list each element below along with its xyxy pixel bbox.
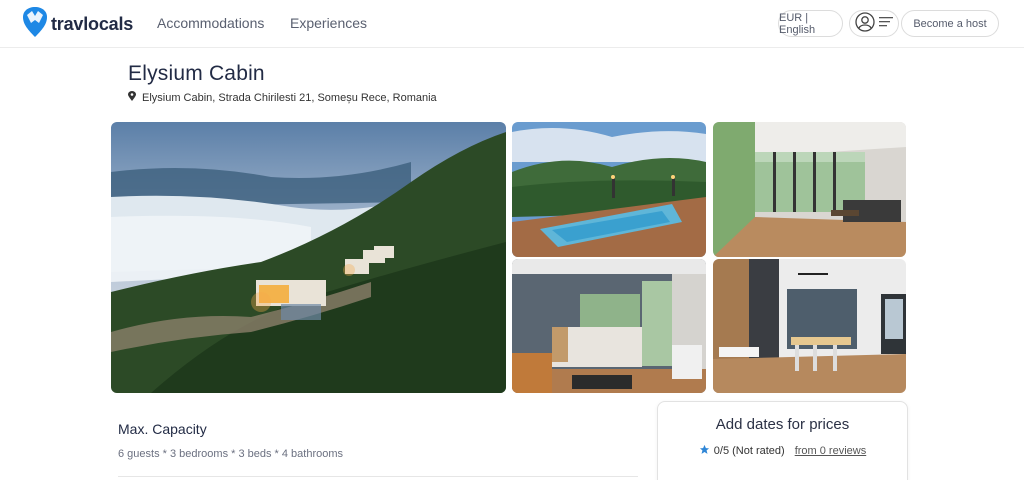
address-text: Elysium Cabin, Strada Chirilesti 21, Som… xyxy=(142,91,437,104)
photo-living-room[interactable] xyxy=(713,122,906,257)
photo-dining-area[interactable] xyxy=(713,259,906,393)
listing-address: Elysium Cabin, Strada Chirilesti 21, Som… xyxy=(128,91,437,104)
top-header: travlocals Accommodations Experiences EU… xyxy=(0,0,1024,48)
user-menu-button[interactable] xyxy=(849,10,899,37)
listing-title: Elysium Cabin xyxy=(128,62,265,85)
user-avatar-icon xyxy=(855,12,875,35)
nav-experiences-link[interactable]: Experiences xyxy=(290,15,367,31)
capacity-title: Max. Capacity xyxy=(118,421,207,437)
logo[interactable]: travlocals xyxy=(22,6,133,43)
rating-row: 0/5 (Not rated) from 0 reviews xyxy=(658,444,907,458)
reviews-link[interactable]: from 0 reviews xyxy=(795,445,867,457)
star-icon xyxy=(699,444,710,458)
logo-text: travlocals xyxy=(51,14,134,34)
photo-pool-deck[interactable] xyxy=(512,122,706,257)
currency-language-button[interactable]: EUR | English xyxy=(778,10,843,37)
main-photo-aerial-cabins[interactable] xyxy=(111,122,506,393)
booking-card: Add dates for prices 0/5 (Not rated) fro… xyxy=(657,401,908,480)
booking-title: Add dates for prices xyxy=(715,416,850,433)
photo-bedroom[interactable] xyxy=(512,259,706,393)
rating-text: 0/5 (Not rated) xyxy=(713,445,785,457)
capacity-details: 6 guests * 3 bedrooms * 3 beds * 4 bathr… xyxy=(118,448,344,460)
hamburger-icon xyxy=(879,17,893,30)
section-divider xyxy=(118,476,638,477)
become-host-button[interactable]: Become a host xyxy=(901,10,999,37)
nav-accommodations-link[interactable]: Accommodations xyxy=(157,15,264,31)
location-pin-icon xyxy=(128,91,136,104)
logo-icon xyxy=(22,6,48,43)
